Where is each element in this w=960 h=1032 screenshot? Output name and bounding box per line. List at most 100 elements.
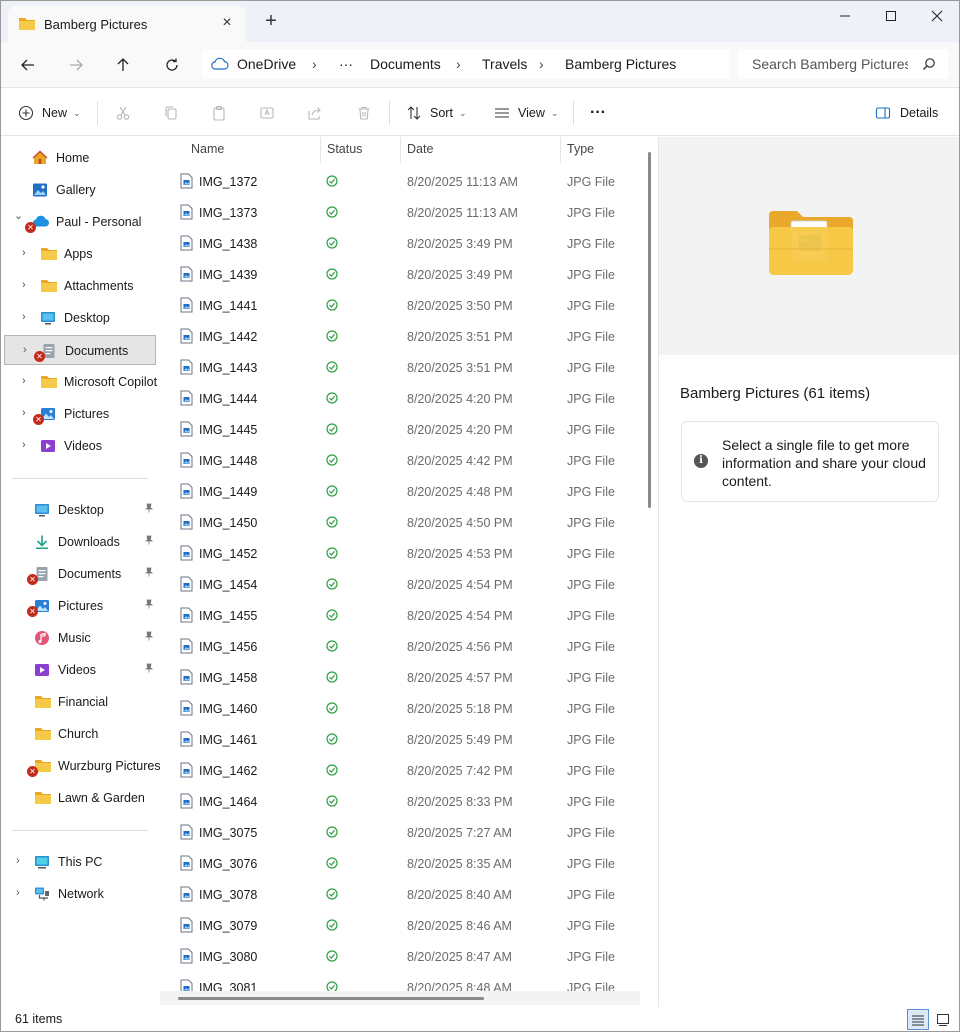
sidebar-item-videos[interactable]: › Videos bbox=[4, 431, 156, 461]
pin-icon[interactable] bbox=[144, 631, 154, 644]
file-row[interactable]: IMG_1455 8/20/2025 4:54 PM JPG File bbox=[160, 600, 640, 631]
column-header-type[interactable]: Type bbox=[561, 137, 641, 163]
breadcrumb-more[interactable]: ··· bbox=[339, 56, 353, 72]
paste-button[interactable] bbox=[211, 101, 227, 125]
close-tab-icon[interactable]: × bbox=[218, 14, 236, 32]
delete-button[interactable] bbox=[356, 101, 372, 125]
sidebar-item-desktop[interactable]: › Desktop bbox=[4, 303, 156, 333]
sidebar-item-desktop[interactable]: Desktop bbox=[4, 495, 156, 525]
breadcrumb-chevron-icon[interactable]: › bbox=[539, 56, 544, 72]
file-row[interactable]: IMG_1445 8/20/2025 4:20 PM JPG File bbox=[160, 414, 640, 445]
file-row[interactable]: IMG_1441 8/20/2025 3:50 PM JPG File bbox=[160, 290, 640, 321]
file-row[interactable]: IMG_1439 8/20/2025 3:49 PM JPG File bbox=[160, 259, 640, 290]
file-row[interactable]: IMG_1461 8/20/2025 5:49 PM JPG File bbox=[160, 724, 640, 755]
chevron-right-icon[interactable]: › bbox=[22, 407, 32, 419]
sidebar-item-videos[interactable]: Videos bbox=[4, 655, 156, 685]
chevron-right-icon[interactable]: › bbox=[23, 344, 33, 356]
file-row[interactable]: IMG_1449 8/20/2025 4:48 PM JPG File bbox=[160, 476, 640, 507]
file-row[interactable]: IMG_3078 8/20/2025 8:40 AM JPG File bbox=[160, 879, 640, 910]
column-header-name[interactable]: Name ^ bbox=[160, 137, 320, 163]
file-row[interactable]: IMG_1442 8/20/2025 3:51 PM JPG File bbox=[160, 321, 640, 352]
pin-icon[interactable] bbox=[144, 503, 154, 516]
file-row[interactable]: IMG_1448 8/20/2025 4:42 PM JPG File bbox=[160, 445, 640, 476]
more-options-button[interactable]: ··· bbox=[590, 101, 606, 125]
chevron-right-icon[interactable]: › bbox=[22, 439, 32, 451]
file-row[interactable]: IMG_1462 8/20/2025 7:42 PM JPG File bbox=[160, 755, 640, 786]
file-row[interactable]: IMG_1438 8/20/2025 3:49 PM JPG File bbox=[160, 228, 640, 259]
file-row[interactable]: IMG_1444 8/20/2025 4:20 PM JPG File bbox=[160, 383, 640, 414]
sidebar-item-network[interactable]: › Network bbox=[4, 879, 156, 909]
sidebar-item-financial[interactable]: Financial bbox=[4, 687, 156, 717]
large-icons-view-button[interactable] bbox=[932, 1009, 954, 1030]
sidebar-item-attachments[interactable]: › Attachments bbox=[4, 271, 156, 301]
sidebar-item-apps[interactable]: › Apps bbox=[4, 239, 156, 269]
sidebar-item-documents[interactable]: › ✕ Documents bbox=[4, 335, 156, 365]
sidebar-item-lawn-and-garden[interactable]: Lawn & Garden bbox=[4, 783, 156, 813]
chevron-right-icon[interactable]: › bbox=[16, 855, 26, 867]
breadcrumb-bamberg-pictures[interactable]: Bamberg Pictures bbox=[565, 56, 676, 72]
new-button[interactable]: New ⌄ bbox=[18, 101, 81, 125]
sidebar-item-gallery[interactable]: Gallery bbox=[4, 175, 156, 205]
sidebar-item-paul-personal[interactable]: ⌄ ✕ Paul - Personal bbox=[4, 207, 156, 237]
address-bar[interactable]: OneDrive › ··· Documents › Travels › Bam… bbox=[202, 49, 730, 79]
breadcrumb-chevron-icon[interactable]: › bbox=[312, 56, 317, 72]
column-header-date[interactable]: Date bbox=[401, 137, 560, 163]
copy-button[interactable] bbox=[163, 101, 179, 125]
pin-icon[interactable] bbox=[144, 599, 154, 612]
rename-button[interactable] bbox=[259, 101, 275, 125]
sidebar-item-documents[interactable]: ✕ Documents bbox=[4, 559, 156, 589]
pin-icon[interactable] bbox=[144, 535, 154, 548]
sidebar-item-microsoft-copilot[interactable]: › Microsoft Copilot bbox=[4, 367, 157, 397]
new-tab-button[interactable]: + bbox=[262, 11, 280, 31]
file-row[interactable]: IMG_1450 8/20/2025 4:50 PM JPG File bbox=[160, 507, 640, 538]
search-box[interactable] bbox=[738, 49, 948, 79]
sidebar-item-church[interactable]: Church bbox=[4, 719, 156, 749]
up-button[interactable] bbox=[108, 50, 138, 80]
pin-icon[interactable] bbox=[144, 567, 154, 580]
sidebar-item-this-pc[interactable]: › This PC bbox=[4, 847, 156, 877]
chevron-right-icon[interactable]: › bbox=[22, 311, 32, 323]
sidebar-item-pictures[interactable]: › ✕ Pictures bbox=[4, 399, 156, 429]
vertical-scrollbar[interactable] bbox=[648, 152, 651, 508]
file-row[interactable]: IMG_3076 8/20/2025 8:35 AM JPG File bbox=[160, 848, 640, 879]
horizontal-scrollbar[interactable] bbox=[178, 997, 484, 1000]
tab-bamberg-pictures[interactable]: Bamberg Pictures × bbox=[8, 6, 246, 42]
details-view-button[interactable] bbox=[907, 1009, 929, 1030]
file-row[interactable]: IMG_1458 8/20/2025 4:57 PM JPG File bbox=[160, 662, 640, 693]
file-row[interactable]: IMG_3080 8/20/2025 8:47 AM JPG File bbox=[160, 941, 640, 972]
file-row[interactable]: IMG_1443 8/20/2025 3:51 PM JPG File bbox=[160, 352, 640, 383]
search-icon[interactable] bbox=[922, 57, 936, 74]
breadcrumb-documents[interactable]: Documents bbox=[370, 56, 441, 72]
file-row[interactable]: IMG_1452 8/20/2025 4:53 PM JPG File bbox=[160, 538, 640, 569]
sidebar-item-wurzburg-pictures[interactable]: ✕ Wurzburg Pictures bbox=[4, 751, 161, 781]
maximize-button[interactable] bbox=[868, 0, 914, 32]
chevron-right-icon[interactable]: › bbox=[22, 279, 32, 291]
sidebar-item-downloads[interactable]: Downloads bbox=[4, 527, 156, 557]
file-row[interactable]: IMG_3079 8/20/2025 8:46 AM JPG File bbox=[160, 910, 640, 941]
breadcrumb-chevron-icon[interactable]: › bbox=[456, 56, 461, 72]
file-row[interactable]: IMG_3075 8/20/2025 7:27 AM JPG File bbox=[160, 817, 640, 848]
column-header-status[interactable]: Status bbox=[321, 137, 400, 163]
file-row[interactable]: IMG_1464 8/20/2025 8:33 PM JPG File bbox=[160, 786, 640, 817]
pin-icon[interactable] bbox=[144, 663, 154, 676]
file-row[interactable]: IMG_1454 8/20/2025 4:54 PM JPG File bbox=[160, 569, 640, 600]
file-row[interactable]: IMG_1460 8/20/2025 5:18 PM JPG File bbox=[160, 693, 640, 724]
share-button[interactable] bbox=[307, 101, 323, 125]
minimize-button[interactable] bbox=[822, 0, 868, 32]
chevron-right-icon[interactable]: › bbox=[16, 887, 26, 899]
chevron-right-icon[interactable]: › bbox=[22, 375, 32, 387]
cut-button[interactable] bbox=[115, 101, 131, 125]
view-button[interactable]: View ⌄ bbox=[494, 101, 558, 125]
chevron-right-icon[interactable]: › bbox=[22, 247, 32, 259]
file-row[interactable]: IMG_1373 8/20/2025 11:13 AM JPG File bbox=[160, 197, 640, 228]
breadcrumb-travels[interactable]: Travels bbox=[482, 56, 527, 72]
close-window-button[interactable] bbox=[914, 0, 960, 32]
search-input[interactable] bbox=[752, 55, 908, 73]
chevron-down-icon[interactable]: ⌄ bbox=[14, 210, 24, 222]
back-button[interactable] bbox=[13, 50, 43, 80]
file-row[interactable]: IMG_1372 8/20/2025 11:13 AM JPG File bbox=[160, 166, 640, 197]
sort-button[interactable]: Sort ⌄ bbox=[406, 101, 466, 125]
breadcrumb-onedrive[interactable]: OneDrive bbox=[237, 56, 296, 72]
details-button[interactable]: Details bbox=[875, 101, 938, 125]
sidebar-item-pictures[interactable]: ✕ Pictures bbox=[4, 591, 156, 621]
